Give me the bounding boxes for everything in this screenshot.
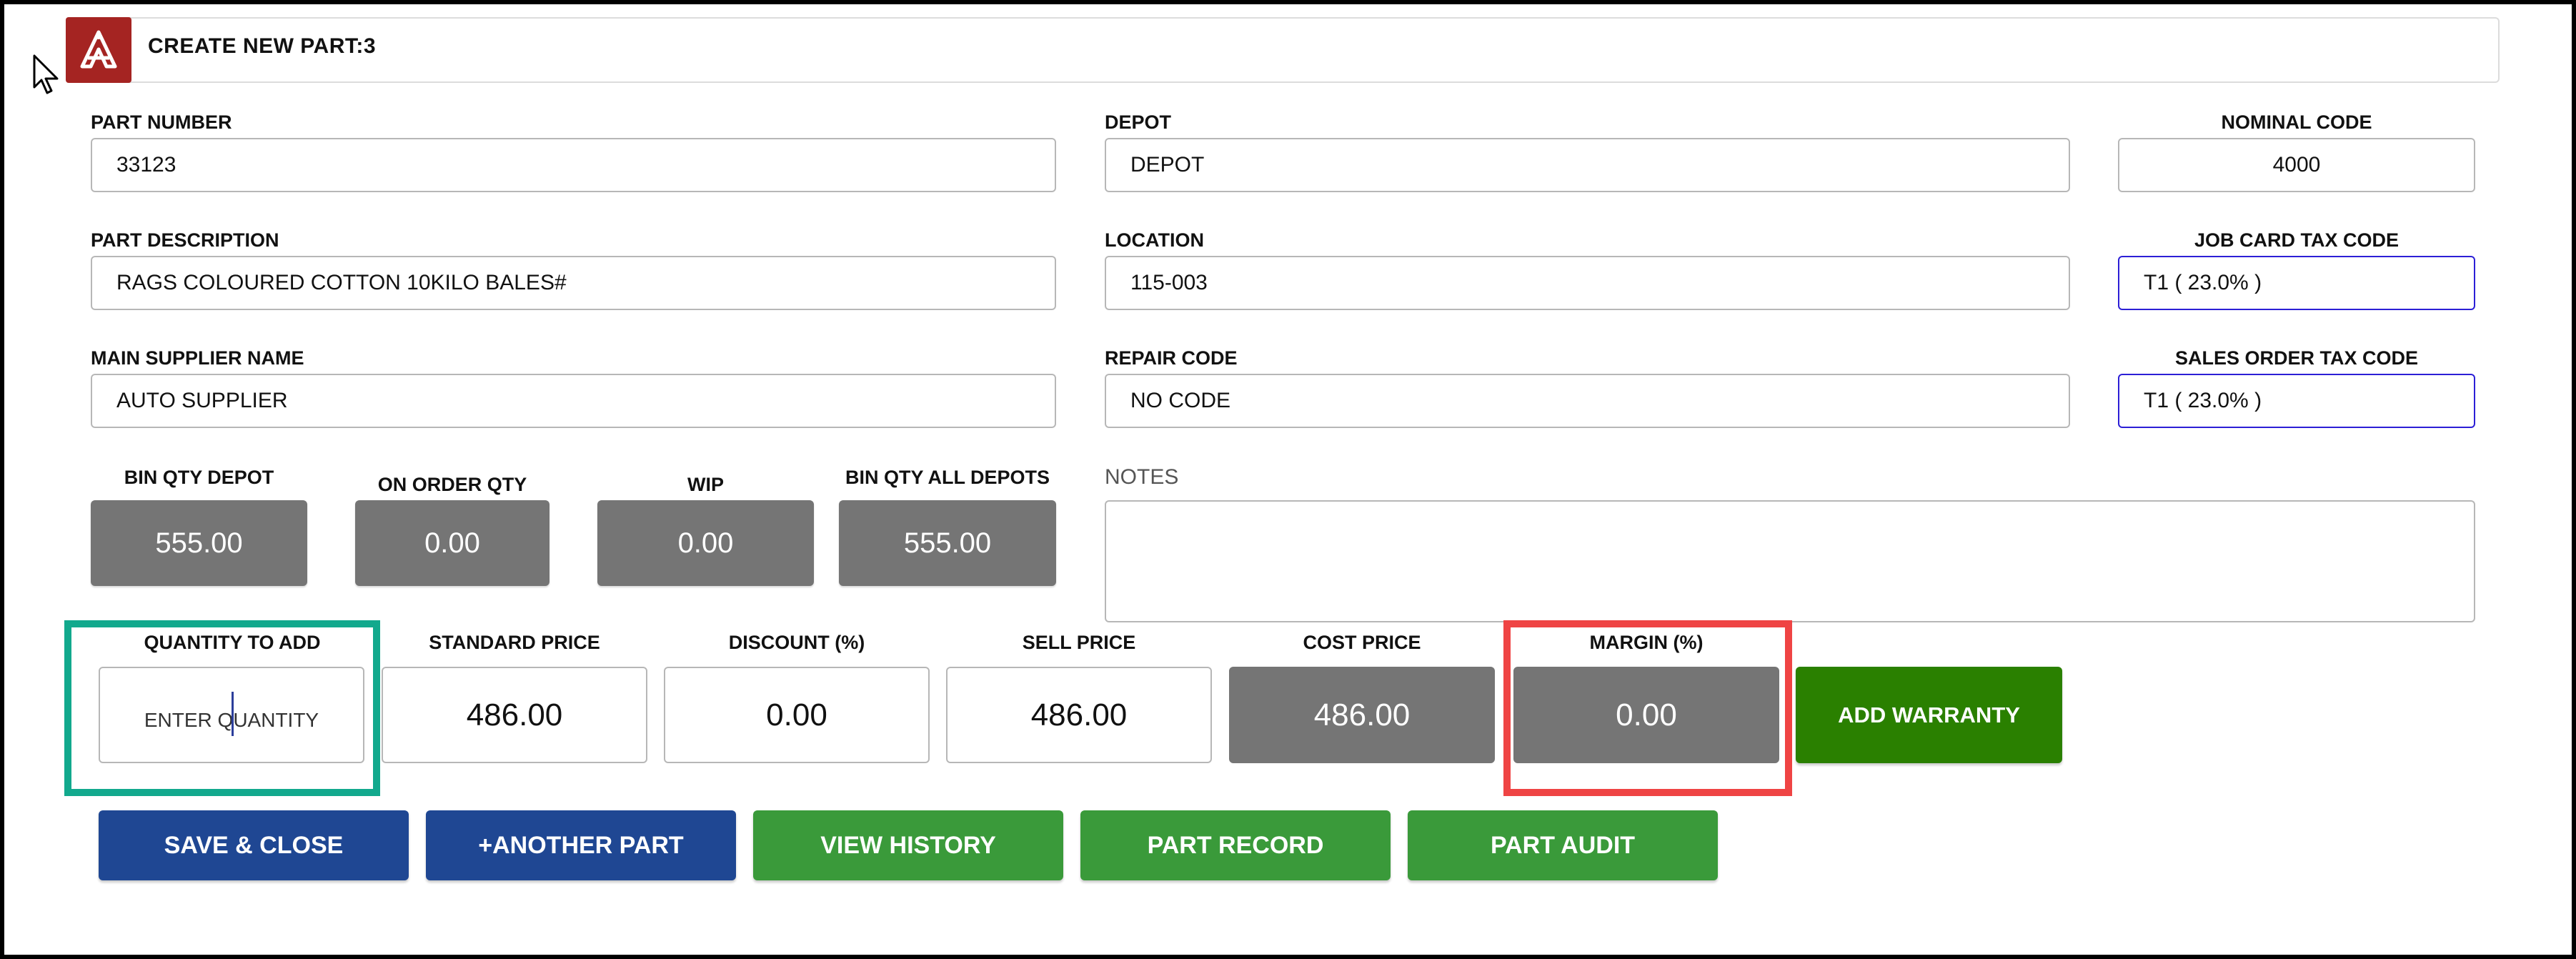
notes-label: NOTES [1105,465,1179,489]
sales-order-tax-code-label: SALES ORDER TAX CODE [2174,347,2419,369]
repair-code-label: REPAIR CODE [1105,347,1238,369]
logo-icon [80,30,117,69]
main-supplier-name-label: MAIN SUPPLIER NAME [91,347,304,369]
quantity-highlight-box [64,620,380,796]
mouse-cursor-icon [33,54,59,94]
bin-qty-all-depots-value: 555.00 [839,500,1056,586]
on-order-qty-value: 0.00 [355,500,549,586]
nominal-code-label: NOMINAL CODE [2221,111,2372,133]
depot-field[interactable]: DEPOT [1105,138,2070,192]
repair-code-field[interactable]: NO CODE [1105,374,2070,428]
sell-price-field[interactable]: 486.00 [946,667,1212,763]
sales-order-tax-code-select[interactable]: T1 ( 23.0% ) [2118,374,2475,428]
notes-textarea[interactable] [1105,500,2475,622]
part-description-label: PART DESCRIPTION [91,229,279,251]
bin-qty-all-depots-label: BIN QTY ALL DEPOTS [845,467,1050,488]
standard-price-label: STANDARD PRICE [429,632,600,653]
page-title: CREATE NEW PART:3 [148,34,377,58]
wip-value: 0.00 [597,500,814,586]
another-part-button[interactable]: +ANOTHER PART [426,810,736,880]
main-supplier-name-field[interactable]: AUTO SUPPLIER [91,374,1056,428]
part-audit-button[interactable]: PART AUDIT [1408,810,1718,880]
discount-field[interactable]: 0.00 [664,667,930,763]
on-order-qty-label: ON ORDER QTY [377,474,527,495]
job-card-tax-code-select[interactable]: T1 ( 23.0% ) [2118,256,2475,310]
part-description-field[interactable]: RAGS COLOURED COTTON 10KILO BALES# [91,256,1056,310]
part-number-label: PART NUMBER [91,111,232,133]
bin-qty-depot-value: 555.00 [91,500,307,586]
wip-label: WIP [687,474,724,495]
margin-highlight-box [1503,620,1792,796]
job-card-tax-code-label: JOB CARD TAX CODE [2194,229,2400,251]
depot-label: DEPOT [1105,111,1172,133]
view-history-button[interactable]: VIEW HISTORY [753,810,1063,880]
app-logo [66,17,131,83]
bin-qty-depot-label: BIN QTY DEPOT [124,467,274,488]
sell-price-label: SELL PRICE [1022,632,1136,653]
save-close-button[interactable]: SAVE & CLOSE [99,810,409,880]
cost-price-value: 486.00 [1229,667,1495,763]
location-label: LOCATION [1105,229,1204,251]
part-number-field[interactable]: 33123 [91,138,1056,192]
add-warranty-button[interactable]: ADD WARRANTY [1796,667,2062,763]
cost-price-label: COST PRICE [1303,632,1421,653]
nominal-code-field[interactable]: 4000 [2118,138,2475,192]
header-bar [66,17,2500,83]
discount-label: DISCOUNT (%) [728,632,865,653]
part-record-button[interactable]: PART RECORD [1080,810,1391,880]
standard-price-field[interactable]: 486.00 [382,667,647,763]
location-field[interactable]: 115-003 [1105,256,2070,310]
